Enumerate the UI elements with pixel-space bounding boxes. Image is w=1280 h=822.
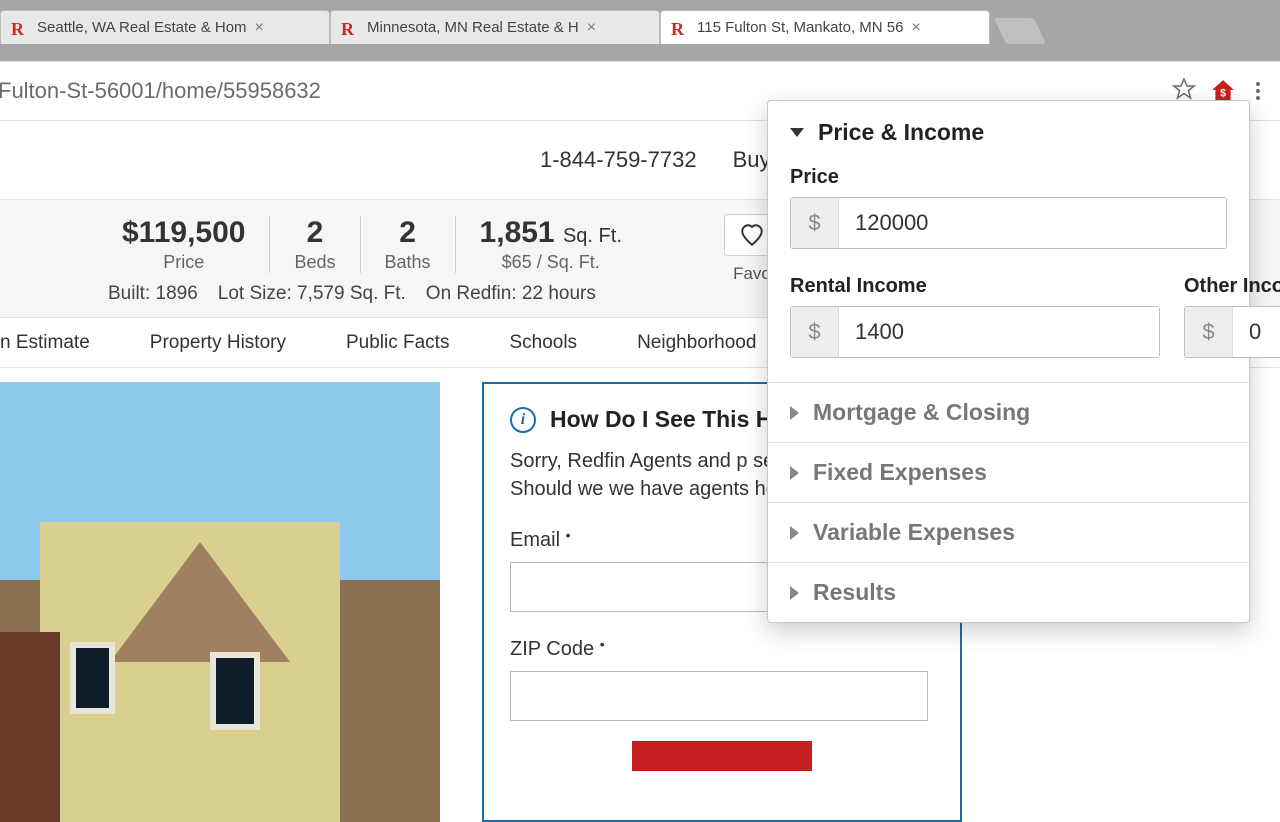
nav-buy[interactable]: Buy — [733, 147, 771, 173]
caret-down-icon — [790, 128, 804, 137]
ext-price-label: Price — [790, 166, 1227, 189]
ext-other-label: Other Income — [1184, 275, 1280, 298]
ext-price-income-body: Price $ Rental Income $ Other Income $ — [768, 152, 1249, 382]
info-icon: i — [510, 407, 536, 433]
new-tab-button[interactable] — [994, 18, 1046, 44]
caret-right-icon — [790, 406, 799, 420]
header-phone: 1-844-759-7732 — [540, 147, 697, 173]
svg-text:$: $ — [1220, 87, 1226, 99]
browser-chrome: R Seattle, WA Real Estate & Hom × R Minn… — [0, 0, 1280, 61]
redfin-favicon-icon: R — [671, 19, 689, 37]
tab-close-icon[interactable]: × — [255, 19, 264, 37]
zip-input[interactable] — [510, 671, 928, 721]
stat-price: $119,500 Price — [20, 216, 270, 273]
inquiry-heading: How Do I See This Ho — [550, 406, 786, 433]
tab-title: 115 Fulton St, Mankato, MN 56 — [697, 19, 904, 36]
tab-title: Seattle, WA Real Estate & Hom — [37, 19, 247, 36]
subnav-schools[interactable]: Schools — [509, 332, 577, 354]
caret-right-icon — [790, 466, 799, 480]
tab-close-icon[interactable]: × — [587, 19, 596, 37]
subnav-neighborhood[interactable]: Neighborhood — [637, 332, 756, 354]
dollar-prefix-icon: $ — [791, 198, 839, 248]
browser-tab[interactable]: R Seattle, WA Real Estate & Hom × — [0, 10, 330, 44]
tab-close-icon[interactable]: × — [912, 19, 921, 37]
ext-section-title: Fixed Expenses — [813, 459, 987, 486]
ext-section-title: Mortgage & Closing — [813, 399, 1030, 426]
dollar-prefix-icon: $ — [1185, 307, 1233, 357]
caret-right-icon — [790, 586, 799, 600]
ext-rental-label: Rental Income — [790, 275, 1160, 298]
browser-menu-icon[interactable] — [1250, 82, 1266, 100]
stat-baths-label: Baths — [385, 252, 431, 273]
stat-lot: Lot Size: 7,579 Sq. Ft. — [218, 283, 406, 305]
ext-section-mortgage[interactable]: Mortgage & Closing — [768, 382, 1249, 442]
dollar-prefix-icon: $ — [791, 307, 839, 357]
ext-section-variable[interactable]: Variable Expenses — [768, 502, 1249, 562]
subnav-history[interactable]: Property History — [150, 332, 286, 354]
redfin-favicon-icon: R — [341, 19, 359, 37]
stat-beds-value: 2 — [294, 216, 335, 250]
ext-section-title: Results — [813, 579, 896, 606]
stat-sqft: 1,851 Sq. Ft. $65 / Sq. Ft. — [456, 216, 646, 273]
stat-built: Built: 1896 — [108, 283, 198, 305]
stat-price-per-sqft: $65 / Sq. Ft. — [480, 252, 622, 273]
stat-beds: 2 Beds — [270, 216, 360, 273]
ext-section-title: Price & Income — [818, 119, 984, 146]
stat-on-redfin: On Redfin: 22 hours — [426, 283, 596, 305]
stat-beds-label: Beds — [294, 252, 335, 273]
ext-rental-input[interactable] — [839, 307, 1159, 357]
browser-tab-active[interactable]: R 115 Fulton St, Mankato, MN 56 × — [660, 10, 990, 44]
subnav-facts[interactable]: Public Facts — [346, 332, 449, 354]
submit-button[interactable] — [632, 741, 812, 771]
ext-section-results[interactable]: Results — [768, 562, 1249, 622]
caret-right-icon — [790, 526, 799, 540]
stat-price-label: Price — [122, 252, 245, 273]
browser-tab[interactable]: R Minnesota, MN Real Estate & H × — [330, 10, 660, 44]
redfin-favicon-icon: R — [11, 19, 29, 37]
stat-price-value: $119,500 — [122, 216, 245, 250]
ext-section-title: Variable Expenses — [813, 519, 1015, 546]
stat-baths: 2 Baths — [361, 216, 456, 273]
tab-title: Minnesota, MN Real Estate & H — [367, 19, 579, 36]
zip-label: ZIP Code • — [510, 638, 934, 661]
tab-strip: R Seattle, WA Real Estate & Hom × R Minn… — [0, 0, 1280, 44]
ext-other-field[interactable]: $ — [1184, 306, 1280, 358]
ext-section-fixed[interactable]: Fixed Expenses — [768, 442, 1249, 502]
property-photo[interactable] — [0, 382, 440, 822]
heart-icon — [738, 222, 766, 248]
ext-rental-field[interactable]: $ — [790, 306, 1160, 358]
stat-sqft-value: 1,851 Sq. Ft. — [480, 216, 622, 250]
subnav-estimate[interactable]: n Estimate — [0, 332, 90, 354]
ext-price-field[interactable]: $ — [790, 197, 1227, 249]
ext-other-input[interactable] — [1233, 307, 1280, 357]
stat-baths-value: 2 — [385, 216, 431, 250]
extension-popup: Price & Income Price $ Rental Income $ O… — [767, 100, 1250, 623]
ext-price-input[interactable] — [839, 198, 1226, 248]
ext-section-price-income[interactable]: Price & Income — [768, 101, 1249, 152]
